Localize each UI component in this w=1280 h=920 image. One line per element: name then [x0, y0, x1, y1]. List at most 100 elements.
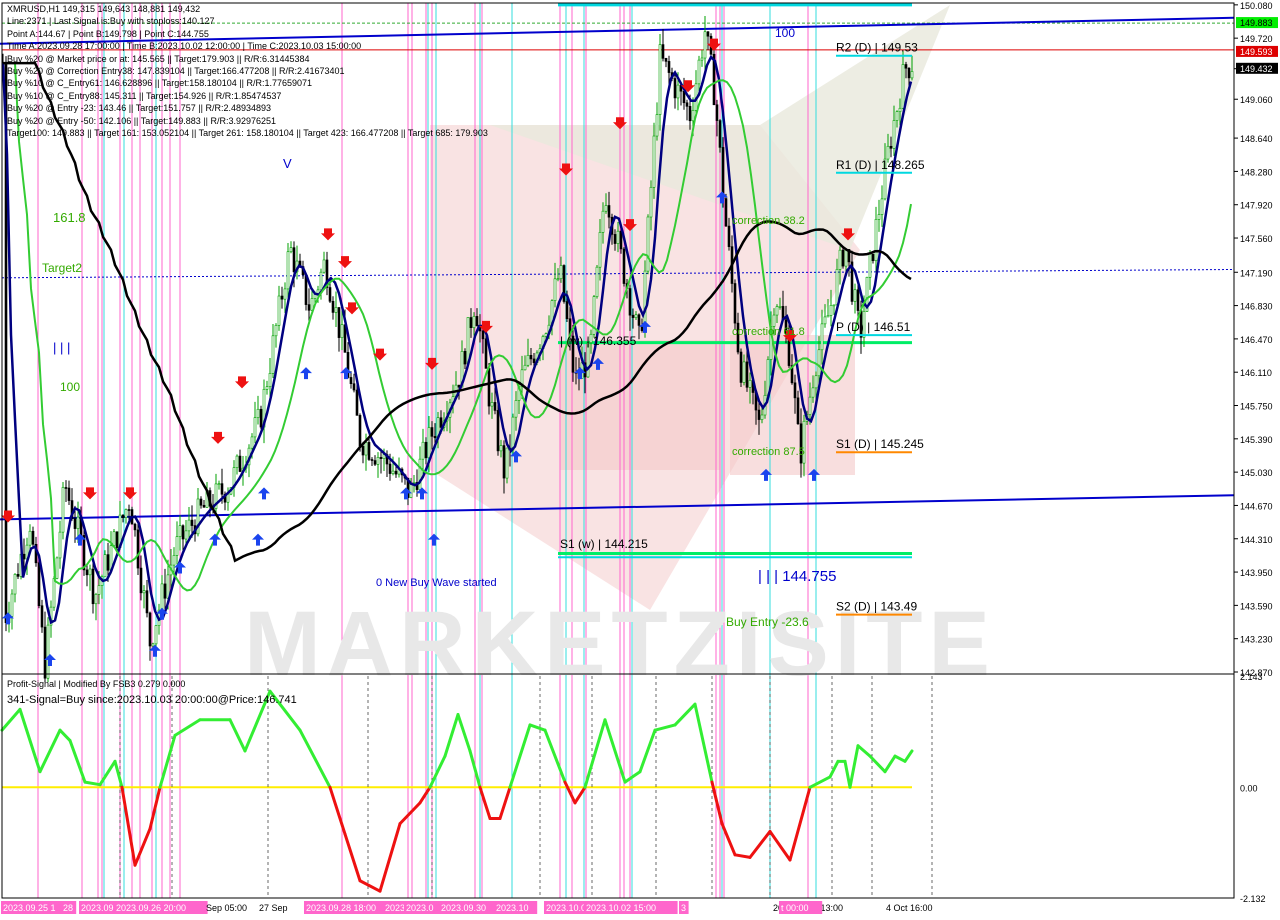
info-line-buy-entry38: Buy %20 @ Correction Entry38: 147.839104…: [7, 65, 345, 76]
candle-body: [43, 626, 47, 679]
candle-body: [835, 269, 839, 306]
price-tick-label: 145.030: [1240, 468, 1273, 478]
price-badge-label: 149.432: [1240, 64, 1273, 74]
candle-body: [184, 530, 188, 540]
price-tick-label: 148.640: [1240, 134, 1273, 144]
candle-body: [64, 487, 68, 489]
candle-body: [163, 583, 167, 599]
chart-info-panel: XMRUSD,H1 149,315 149,643 148,881 149,43…: [7, 3, 488, 139]
candle-body: [505, 447, 509, 479]
candle-body: [601, 210, 605, 233]
candle-body: [91, 568, 95, 605]
annotation-label: 100: [775, 26, 795, 40]
candle-body: [355, 389, 359, 416]
candle-body: [664, 58, 668, 62]
candle-body: [388, 463, 392, 474]
candle-body: [166, 574, 170, 599]
candle-body: [637, 314, 641, 326]
candle-body: [133, 523, 137, 531]
candle-body: [907, 67, 911, 79]
candle-body: [181, 525, 185, 540]
candle-body: [667, 61, 671, 73]
candle-body: [37, 562, 41, 607]
candle-body: [877, 214, 881, 220]
candle-body: [418, 458, 422, 490]
candle-body: [562, 265, 566, 302]
time-axis-label: 4 Oct 16:00: [886, 903, 933, 913]
time-axis-label: 3: [681, 903, 686, 913]
time-axis-label: t 00:00: [781, 903, 809, 913]
candle-body: [421, 441, 425, 460]
candle-body: [277, 295, 281, 326]
annotation-label: Buy Entry -23.6: [726, 615, 809, 629]
candle-body: [475, 316, 479, 327]
candle-body: [376, 457, 380, 465]
candle-body: [646, 216, 650, 272]
candle-body: [292, 247, 296, 273]
candle-body: [532, 358, 536, 363]
candle-body: [691, 110, 695, 122]
candle-body: [160, 583, 164, 611]
candle-body: [874, 219, 878, 262]
annotation-label: correction 61.8: [732, 326, 805, 338]
candle-body: [619, 230, 623, 250]
candle-body: [811, 387, 815, 398]
candle-body: [595, 266, 599, 297]
candle-body: [706, 31, 710, 37]
annotation-label: 100: [60, 380, 80, 394]
candle-body: [121, 514, 125, 518]
candle-body: [808, 396, 812, 415]
candle-body: [28, 530, 32, 546]
candle-body: [142, 590, 146, 594]
candle-body: [265, 386, 269, 390]
candle-body: [559, 265, 563, 280]
candle-body: [217, 483, 221, 485]
price-tick-label: 146.470: [1240, 335, 1273, 345]
candle-body: [175, 536, 179, 556]
candle-body: [901, 64, 905, 109]
annotation-label: 161.8: [53, 210, 86, 225]
candle-body: [844, 249, 848, 267]
candle-body: [496, 410, 500, 452]
annotation-label: V: [283, 156, 292, 171]
candle-body: [832, 304, 836, 307]
info-line-targets: Target100: 149.883 || Target 161: 153.05…: [7, 127, 488, 138]
candle-body: [145, 590, 149, 614]
candle-body: [283, 288, 287, 300]
candle-body: [715, 104, 719, 121]
candle-body: [892, 120, 896, 149]
candle-body: [685, 102, 689, 107]
oscillator-tick-label: -2.132: [1240, 894, 1266, 904]
candle-body: [631, 314, 635, 318]
candle-body: [46, 624, 50, 679]
candle-body: [361, 445, 365, 456]
time-axis-label: 2023.10.02 15:00: [586, 903, 656, 913]
time-axis-label: 2023.09.28 18:00: [306, 903, 376, 913]
candle-body: [124, 509, 128, 518]
candle-body: [820, 323, 824, 351]
price-tick-label: 147.190: [1240, 268, 1273, 278]
time-axis-label: 2023.09: [81, 903, 114, 913]
candle-body: [775, 306, 779, 316]
candle-body: [700, 57, 704, 61]
candle-body: [703, 31, 707, 59]
candle-body: [487, 368, 491, 407]
candle-body: [676, 84, 680, 99]
candle-body: [127, 509, 131, 511]
candle-body: [661, 44, 665, 59]
candle-body: [604, 205, 608, 212]
candle-body: [337, 307, 341, 338]
candle-body: [733, 283, 737, 324]
candle-body: [73, 518, 77, 529]
candle-body: [598, 232, 602, 268]
price-badge-label: 149.883: [1240, 18, 1273, 28]
candle-body: [868, 253, 872, 278]
info-line-points: Point A:144.67 | Point B:149.798 | Point…: [7, 28, 209, 39]
candle-body: [58, 531, 62, 559]
price-tick-label: 149.060: [1240, 95, 1273, 105]
candle-body: [88, 568, 92, 576]
candle-body: [622, 248, 626, 284]
info-line-buy-entry88: Buy %10 @ C_Entry88: 145.311 || Target:1…: [7, 90, 282, 101]
candle-body: [274, 325, 278, 337]
candle-body: [364, 442, 368, 456]
